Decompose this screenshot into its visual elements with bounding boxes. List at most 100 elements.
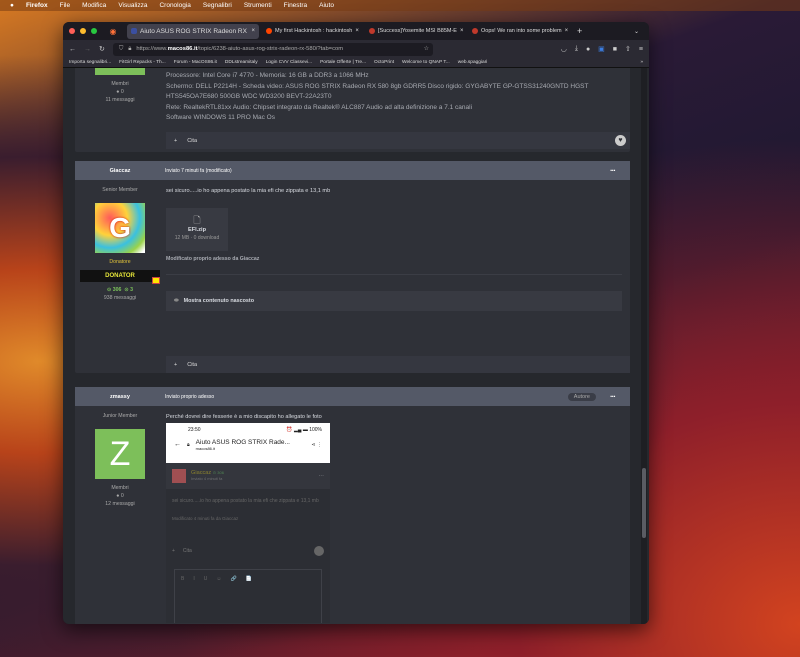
bookmark-item[interactable]: OctoPrint [374, 60, 394, 65]
author-sidebar: Junior Member Z Membri ● 0 12 messaggi [75, 413, 165, 507]
new-tab-button[interactable]: + [577, 26, 582, 36]
more-options-icon[interactable]: ··· [610, 392, 630, 401]
more-options-icon[interactable]: ··· [610, 166, 630, 175]
browser-window: ◉ Aiuto ASUS ROG STRIX Radeon RX × My fir… [63, 22, 649, 624]
quoted-post-footer: + Cita [166, 543, 330, 559]
quote-button[interactable]: Cita [187, 138, 197, 144]
attachment-efi-zip[interactable]: 🗋 EFI.zip 12 MB · 0 download [166, 207, 228, 251]
close-tab-icon[interactable]: × [251, 28, 255, 34]
lock-icon: 🔒︎ [128, 45, 132, 52]
bookmark-item[interactable]: Importa segnalibri... [69, 60, 111, 65]
downloads-icon[interactable]: ⤓ [575, 45, 578, 53]
bookmark-item[interactable]: Forum - MacOS86.it [174, 60, 217, 65]
heart-icon [314, 545, 324, 556]
tab-label: My first Hackintosh : hackintosh [275, 28, 353, 34]
share-icon[interactable]: ⇧ [625, 45, 631, 53]
tab-label: Aiuto ASUS ROG STRIX Radeon RX [140, 27, 247, 35]
avatar[interactable]: G [95, 203, 145, 253]
editor-toolbar: B I U ☺ 🔗 📄 [174, 568, 322, 623]
quote-button[interactable]: Cita [187, 362, 197, 368]
reload-button[interactable]: ↻ [99, 45, 105, 53]
menu-aiuto[interactable]: Aiuto [319, 2, 334, 9]
bookmark-item[interactable]: Welcome to QNAP T... [402, 60, 450, 65]
author-name[interactable]: zmassy [75, 394, 165, 400]
author-rank: Senior Member [102, 187, 138, 193]
post-header: zmassy Inviato proprio adesso Autore ··· [75, 387, 630, 406]
post-date[interactable]: Inviato 7 minuti fa (modificato) [165, 168, 610, 174]
scrollbar[interactable] [641, 68, 647, 624]
apple-favicon-icon [472, 28, 478, 34]
author-name[interactable]: Giaccaz [75, 168, 165, 174]
donator-badge: DONATOR [80, 270, 160, 284]
tab-aiuto-asus[interactable]: Aiuto ASUS ROG STRIX Radeon RX × [127, 23, 259, 39]
bookmark-item[interactable]: Portale Offerte | Tre... [320, 60, 366, 65]
url-bar[interactable]: ⛉ 🔒︎ https://www.macos86.it/topic/6238-ai… [112, 42, 433, 56]
extension-icon[interactable]: ■ [613, 46, 617, 53]
back-button[interactable]: ← [69, 46, 76, 53]
menu-modifica[interactable]: Modifica [82, 2, 106, 9]
post-footer: + Cita ♥ [166, 132, 630, 149]
multiquote-plus-button[interactable]: + [174, 138, 177, 144]
reputation: ⊙ 306 ⊙ 3 [106, 287, 133, 293]
post-count: 938 messaggi [103, 295, 137, 301]
menu-file[interactable]: File [60, 2, 70, 9]
tab-list-chevron-icon[interactable]: ⌄ [634, 28, 639, 35]
bookmark-item[interactable]: Login CVV Classevi... [266, 60, 312, 65]
menu-icon[interactable]: ≡ [639, 46, 643, 53]
page-content: Membri ● 0 11 messaggi Processore: Intel… [63, 68, 649, 624]
bookmark-item[interactable]: web.spaggiari [458, 60, 488, 65]
close-tab-icon[interactable]: × [355, 28, 359, 34]
attached-screenshot-image[interactable]: 23:50 ⏰ ▂▄ ▬ 100% ← 🔒︎ Aiuto ASUS ROG STRIX… [166, 422, 330, 623]
extension-icon[interactable]: ● [586, 46, 590, 53]
pocket-icon[interactable]: ◡ [561, 45, 567, 53]
menu-strumenti[interactable]: Strumenti [244, 2, 272, 9]
zoom-window-button[interactable] [91, 28, 97, 34]
author-tag: Autore [567, 392, 596, 401]
bookmark-item[interactable]: FitGirl Repacks - Th... [119, 60, 166, 65]
menu-finestra[interactable]: Finestra [284, 2, 307, 9]
menu-cronologia[interactable]: Cronologia [159, 2, 190, 9]
shield-icon: ⛉ [118, 45, 124, 52]
attachment-name: EFI.zip [187, 226, 207, 233]
author-group: Donatore [109, 259, 131, 265]
show-hidden-content-button[interactable]: ⬬ Mostra contenuto nascosto [166, 291, 622, 311]
more-bookmarks-icon[interactable]: » [640, 60, 643, 65]
tab-yosemite[interactable]: [Success]Yosemite MSI B85M-E × [365, 24, 465, 39]
tab-bar: ◉ Aiuto ASUS ROG STRIX Radeon RX × My fir… [63, 22, 649, 40]
bookmark-star-icon[interactable]: ☆ [424, 46, 429, 52]
reputation: ● 0 [116, 89, 124, 95]
bookmark-item[interactable]: DDLstreamitaly [225, 60, 258, 65]
menu-firefox[interactable]: Firefox [26, 2, 48, 9]
signature-line: Processore: Intel Core i7 4770 - Memoria… [166, 72, 369, 79]
post-date[interactable]: Inviato proprio adesso [165, 394, 568, 400]
minimize-window-button[interactable] [80, 28, 86, 34]
firefox-icon: ◉ [109, 26, 117, 36]
signature-line: Rete: RealtekRTL81xx Audio: Chipset inte… [166, 103, 473, 111]
favicon-icon [131, 28, 137, 34]
multiquote-plus-button[interactable]: + [174, 362, 177, 368]
author-sidebar: Membri ● 0 11 messaggi [75, 68, 165, 103]
tab-oops[interactable]: Oops! We ran into some problem × [468, 24, 568, 39]
divider [166, 274, 622, 275]
close-window-button[interactable] [69, 28, 75, 34]
tab-hackintosh[interactable]: My first Hackintosh : hackintosh × [262, 24, 362, 39]
signature-line: Software WINDOWS 11 PRO Mac Os [166, 114, 275, 121]
post-count: 12 messaggi [105, 501, 135, 507]
url-text: https://www.macos86.it/topic/6238-aiuto-… [136, 46, 344, 52]
forward-button[interactable]: → [84, 46, 91, 53]
like-heart-icon[interactable]: ♥ [615, 135, 626, 146]
scrollbar-thumb[interactable] [642, 468, 646, 538]
avatar[interactable]: Z [95, 429, 145, 479]
edited-note: Modificato proprio adesso da Giaccaz [166, 255, 260, 262]
menu-segnalibri[interactable]: Segnalibri [203, 2, 232, 9]
signature-line: Schermo: DELL P2214H - Scheda video: ASU… [166, 82, 589, 90]
apple-icon[interactable]: ● [10, 2, 14, 9]
bookmarks-bar: Importa segnalibri... FitGirl Repacks - … [63, 58, 649, 68]
attachment-meta: 12 MB · 0 download [174, 234, 220, 241]
menu-visualizza[interactable]: Visualizza [118, 2, 147, 9]
close-tab-icon[interactable]: × [460, 28, 464, 34]
close-tab-icon[interactable]: × [565, 28, 568, 34]
extension-u-icon[interactable]: ▣ [598, 45, 605, 53]
avatar[interactable] [95, 68, 145, 75]
eye-icon: ⬬ [174, 297, 179, 304]
